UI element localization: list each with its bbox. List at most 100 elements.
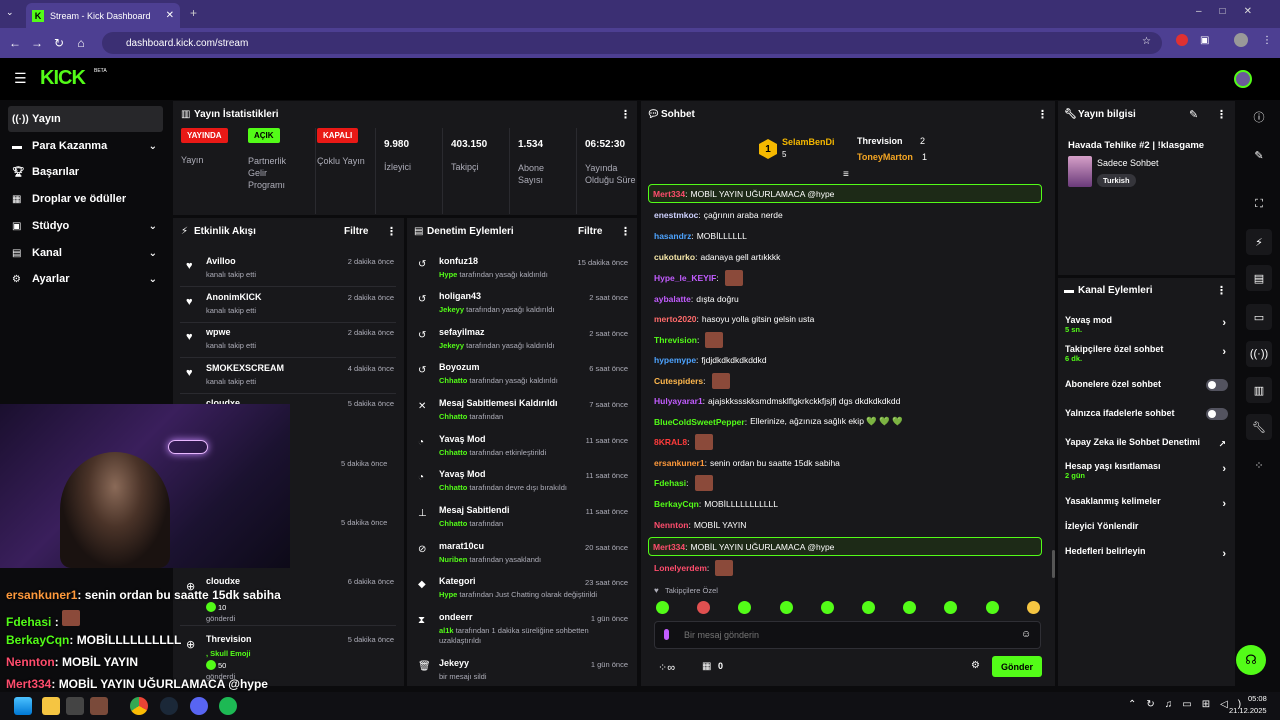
moderation-target[interactable]: Mesaj Sabitlendi: [439, 505, 510, 515]
user-avatar[interactable]: [1234, 70, 1252, 88]
chat-username[interactable]: BlueColdSweetPepper: [654, 417, 745, 427]
activity-user[interactable]: wpwe: [206, 327, 231, 337]
extension-icon[interactable]: [1176, 34, 1188, 46]
moderation-target[interactable]: Yavaş Mod: [439, 469, 486, 479]
moderator-name[interactable]: Chhatto: [439, 519, 467, 528]
moderation-filter-button[interactable]: Filtre: [578, 226, 602, 237]
sidebar-item-basarilar[interactable]: 🏆︎ Başarılar: [8, 159, 163, 185]
moderation-target[interactable]: Mesaj Sabitlemesi Kaldırıldı: [439, 398, 558, 408]
info-menu-icon[interactable]: ⋮: [1216, 108, 1227, 121]
moderator-name[interactable]: Hype: [439, 590, 457, 599]
edit-icon[interactable]: ✎: [1246, 142, 1272, 168]
chat-username[interactable]: enestmkoc: [654, 210, 698, 220]
chat-username[interactable]: merto2020: [654, 314, 697, 324]
kicks-infinity-icon[interactable]: ⁘∞: [658, 661, 675, 674]
browser-tab[interactable]: K Stream - Kick Dashboard ✕: [26, 3, 180, 28]
chat-menu-icon[interactable]: ⋮: [1037, 108, 1048, 121]
moderation-target[interactable]: holigan43: [439, 291, 481, 301]
activity-filter-button[interactable]: Filtre: [344, 226, 368, 237]
back-icon[interactable]: ←: [4, 36, 26, 50]
users-rail-icon[interactable]: ⁘: [1246, 452, 1272, 478]
activity-user[interactable]: Avilloo: [206, 256, 236, 266]
leaderboard-third-name[interactable]: ToneyMarton: [857, 152, 913, 162]
moderator-name[interactable]: Chhatto: [439, 448, 467, 457]
chat-username[interactable]: BerkayCqn: [654, 499, 699, 509]
chat-username[interactable]: Hulyayarar1: [654, 396, 703, 406]
profile-avatar[interactable]: [1234, 33, 1248, 47]
emotes-only-toggle[interactable]: [1206, 408, 1228, 420]
quick-emote[interactable]: [779, 601, 793, 614]
tab-search-icon[interactable]: ⌄: [6, 7, 14, 18]
activity-menu-icon[interactable]: ⋮: [386, 225, 397, 238]
chat-emote[interactable]: [711, 372, 730, 389]
leaderboard-second-name[interactable]: Threvision: [857, 136, 903, 146]
sidebar-item-kanal[interactable]: ▤ Kanal ⌄: [8, 240, 163, 266]
moderation-target[interactable]: ondeerr: [439, 612, 473, 622]
action-banned-words[interactable]: Yasaklanmış kelimeler ›: [1065, 496, 1230, 510]
hamburger-menu-icon[interactable]: ☰: [14, 70, 27, 87]
fullscreen-icon[interactable]: ⛶: [1246, 191, 1272, 217]
moderation-target[interactable]: Jekeyy: [439, 658, 469, 668]
chat-username[interactable]: cukoturko: [654, 252, 695, 262]
emoji-picker-icon[interactable]: ☺: [1021, 629, 1031, 640]
moderation-target[interactable]: konfuz18: [439, 256, 478, 266]
chat-username[interactable]: Mert334: [653, 542, 685, 552]
steam-icon[interactable]: [160, 697, 178, 715]
chat-emote[interactable]: [705, 331, 724, 348]
sidebar-item-yayin[interactable]: ((·)) Yayın: [8, 106, 163, 132]
moderator-name[interactable]: Nuriben: [439, 555, 467, 564]
moderator-name[interactable]: Jekeyy: [439, 305, 464, 314]
bookmark-star-icon[interactable]: ☆: [1142, 36, 1151, 47]
action-followers-only[interactable]: Takipçilere özel sohbet 6 dk. ›: [1065, 344, 1230, 363]
chat-message-input[interactable]: [684, 627, 1004, 643]
chest-icon[interactable]: ▦: [702, 661, 711, 672]
moderation-menu-icon[interactable]: ⋮: [620, 225, 631, 238]
moderator-name[interactable]: al1k: [439, 626, 454, 635]
quick-emote[interactable]: [862, 601, 875, 614]
bolt-rail-icon[interactable]: ⚡︎: [1246, 229, 1272, 255]
chat-username[interactable]: Mert334: [653, 189, 685, 199]
chat-username[interactable]: Cutespiders: [654, 376, 703, 386]
extensions-puzzle-icon[interactable]: ▣: [1200, 35, 1209, 46]
spotify-icon[interactable]: [219, 697, 237, 715]
info-icon[interactable]: ⓘ: [1246, 104, 1272, 130]
moderator-name[interactable]: Chhatto: [439, 376, 467, 385]
sidebar-item-studyo[interactable]: ▣ Stüdyo ⌄: [8, 213, 163, 239]
sidebar-item-droplar[interactable]: ▦ Droplar ve ödüller: [8, 186, 163, 212]
app-thumbnail-icon[interactable]: [90, 697, 108, 715]
action-account-age[interactable]: Hesap yaşı kısıtlaması 2 gün ›: [1065, 461, 1230, 480]
language-tag[interactable]: Turkish: [1097, 174, 1136, 187]
chat-username[interactable]: Threvision: [654, 335, 697, 345]
leaderboard-first-name[interactable]: SelamBenDi: [782, 137, 835, 147]
chat-username[interactable]: hasandrz: [654, 231, 691, 241]
stats-menu-icon[interactable]: ⋮: [620, 108, 631, 121]
folder-icon[interactable]: [42, 697, 60, 715]
url-field[interactable]: dashboard.kick.com/stream: [102, 32, 1162, 54]
moderation-target[interactable]: Kategori: [439, 576, 476, 586]
support-headset-icon[interactable]: ☊: [1236, 645, 1266, 675]
forward-icon[interactable]: →: [26, 36, 48, 50]
send-button[interactable]: Gönder: [992, 656, 1042, 677]
home-icon[interactable]: ⌂: [70, 36, 92, 50]
chat-username[interactable]: Fdehasi: [654, 478, 686, 488]
chat-username[interactable]: 8KRAL8: [654, 437, 687, 447]
category-name[interactable]: Sadece Sohbet: [1097, 158, 1159, 168]
moderation-target[interactable]: sefayilmaz: [439, 327, 485, 337]
mic-icon[interactable]: [664, 629, 669, 640]
chat-emote[interactable]: [715, 559, 734, 576]
action-subscribers-only[interactable]: Abonelere özel sohbet: [1065, 379, 1230, 391]
action-set-goals[interactable]: Hedefleri belirleyin ›: [1065, 546, 1230, 560]
reload-icon[interactable]: ↻: [48, 36, 70, 50]
new-tab-button[interactable]: +: [190, 6, 197, 20]
chat-emote[interactable]: [695, 433, 714, 450]
chat-username[interactable]: ersankuner1: [654, 458, 705, 468]
moderation-rail-icon[interactable]: ▥: [1246, 377, 1272, 403]
chat-rail-icon[interactable]: ▭: [1246, 304, 1272, 330]
quick-emote[interactable]: [985, 601, 999, 614]
moderation-target[interactable]: Boyozum: [439, 362, 480, 372]
chat-username[interactable]: hypemype: [654, 355, 696, 365]
document-icon[interactable]: ▤: [1246, 265, 1272, 291]
chat-username[interactable]: Lonelyerdem: [654, 563, 707, 573]
action-redirect-viewers[interactable]: İzleyici Yönlendir: [1065, 521, 1230, 531]
close-tab-icon[interactable]: ✕: [166, 10, 174, 21]
